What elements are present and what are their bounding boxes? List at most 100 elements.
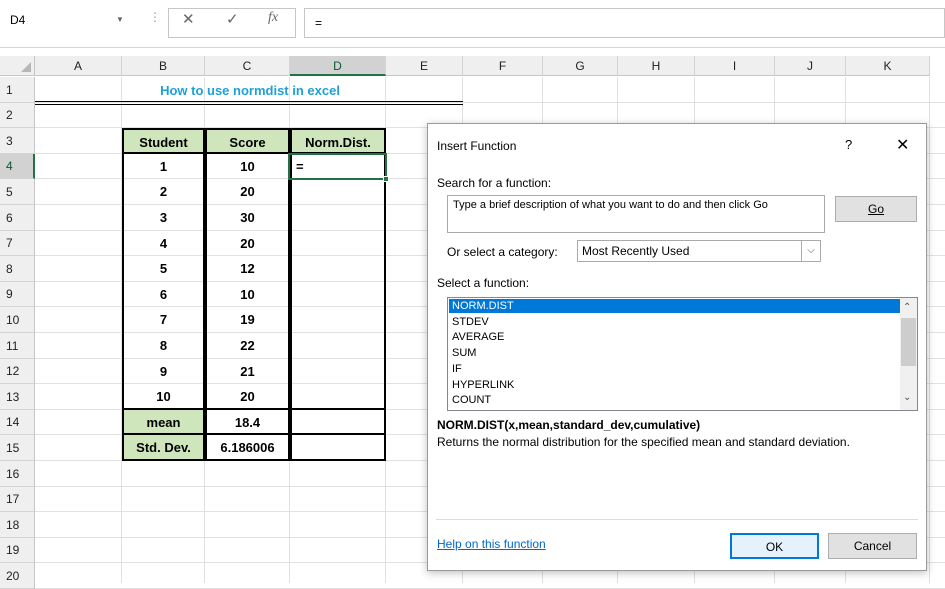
column-header-j[interactable]: J bbox=[775, 56, 846, 76]
scroll-up-icon[interactable]: ⌃ bbox=[903, 302, 911, 313]
column-header-i[interactable]: I bbox=[695, 56, 775, 76]
std-norm-dist-cell[interactable] bbox=[290, 435, 386, 461]
student-cell[interactable]: 6 bbox=[122, 282, 205, 307]
score-cell[interactable]: 20 bbox=[205, 384, 290, 410]
header-student[interactable]: Student bbox=[122, 128, 205, 154]
select-all-corner[interactable] bbox=[0, 56, 35, 76]
row-header-15[interactable]: 15 bbox=[0, 435, 35, 461]
name-box[interactable]: D4 ▼ bbox=[4, 4, 134, 44]
ok-button[interactable]: OK bbox=[730, 533, 819, 559]
score-cell[interactable]: 12 bbox=[205, 256, 290, 282]
mean-norm-dist-cell[interactable] bbox=[290, 410, 386, 435]
row-header-1[interactable]: 1 bbox=[0, 77, 35, 103]
column-header-e[interactable]: E bbox=[386, 56, 463, 76]
function-item[interactable]: NORM.DIST bbox=[452, 300, 514, 312]
row-header-11[interactable]: 11 bbox=[0, 333, 35, 359]
norm-dist-cell[interactable] bbox=[290, 231, 386, 256]
score-cell[interactable]: 30 bbox=[205, 205, 290, 231]
scroll-down-icon[interactable]: ⌄ bbox=[903, 392, 911, 403]
student-cell[interactable]: 4 bbox=[122, 231, 205, 256]
norm-dist-cell[interactable] bbox=[290, 333, 386, 359]
row-header-14[interactable]: 14 bbox=[0, 410, 35, 435]
student-cell[interactable]: 2 bbox=[122, 179, 205, 205]
row-header-8[interactable]: 8 bbox=[0, 256, 35, 282]
help-icon[interactable]: ? bbox=[845, 137, 852, 152]
score-cell[interactable]: 20 bbox=[205, 231, 290, 256]
cancel-button[interactable]: Cancel bbox=[828, 533, 917, 559]
row-header-16[interactable]: 16 bbox=[0, 461, 35, 487]
student-cell[interactable]: 3 bbox=[122, 205, 205, 231]
category-select[interactable]: Most Recently Used ⌵ bbox=[577, 240, 821, 262]
norm-dist-cell[interactable] bbox=[290, 384, 386, 410]
cancel-icon[interactable]: ✕ bbox=[182, 10, 195, 28]
column-header-h[interactable]: H bbox=[618, 56, 695, 76]
function-item[interactable]: IF bbox=[452, 363, 462, 375]
row-header-19[interactable]: 19 bbox=[0, 538, 35, 563]
row-header-17[interactable]: 17 bbox=[0, 487, 35, 512]
column-header-k[interactable]: K bbox=[846, 56, 930, 76]
close-icon[interactable]: ✕ bbox=[896, 135, 909, 155]
norm-dist-cell[interactable] bbox=[290, 307, 386, 333]
function-list[interactable]: NORM.DIST STDEV AVERAGE SUM IF HYPERLINK COUNT… bbox=[447, 297, 918, 411]
function-item[interactable]: AVERAGE bbox=[452, 331, 504, 343]
student-cell[interactable]: 9 bbox=[122, 359, 205, 384]
std-dev-value[interactable]: 6.186006 bbox=[205, 435, 290, 461]
row-header-13[interactable]: 13 bbox=[0, 384, 35, 410]
score-cell[interactable]: 19 bbox=[205, 307, 290, 333]
scrollbar-thumb[interactable] bbox=[901, 318, 916, 366]
column-header-g[interactable]: G bbox=[543, 56, 618, 76]
norm-dist-cell[interactable] bbox=[290, 282, 386, 307]
row-header-12[interactable]: 12 bbox=[0, 359, 35, 384]
row-header-4[interactable]: 4 bbox=[0, 154, 35, 179]
row-header-20[interactable]: 20 bbox=[0, 563, 35, 589]
norm-dist-cell[interactable] bbox=[290, 256, 386, 282]
student-cell[interactable]: 10 bbox=[122, 384, 205, 410]
header-score[interactable]: Score bbox=[205, 128, 290, 154]
name-box-value: D4 bbox=[10, 13, 26, 27]
chevron-down-icon[interactable]: ⌵ bbox=[801, 241, 820, 261]
fill-handle[interactable] bbox=[383, 176, 389, 182]
chevron-down-icon[interactable]: ▼ bbox=[116, 15, 124, 24]
header-norm-dist[interactable]: Norm.Dist. bbox=[290, 128, 386, 154]
std-dev-label[interactable]: Std. Dev. bbox=[122, 435, 205, 461]
function-item[interactable]: STDEV bbox=[452, 316, 489, 328]
column-header-f[interactable]: F bbox=[463, 56, 543, 76]
student-cell[interactable]: 8 bbox=[122, 333, 205, 359]
mean-label[interactable]: mean bbox=[122, 410, 205, 435]
score-cell[interactable]: 22 bbox=[205, 333, 290, 359]
row-header-7[interactable]: 7 bbox=[0, 231, 35, 256]
column-header-d[interactable]: D bbox=[290, 56, 386, 76]
row-header-10[interactable]: 10 bbox=[0, 307, 35, 333]
row-header-2[interactable]: 2 bbox=[0, 103, 35, 128]
help-link[interactable]: Help on this function bbox=[437, 537, 546, 551]
student-cell[interactable]: 7 bbox=[122, 307, 205, 333]
function-item[interactable]: HYPERLINK bbox=[452, 379, 514, 391]
fx-icon[interactable]: fx bbox=[268, 10, 278, 26]
enter-icon[interactable]: ✓ bbox=[226, 10, 239, 28]
formula-input[interactable]: = bbox=[304, 8, 945, 38]
student-cell[interactable]: 5 bbox=[122, 256, 205, 282]
row-header-5[interactable]: 5 bbox=[0, 179, 35, 205]
scrollbar[interactable]: ⌃ ⌄ bbox=[900, 298, 917, 410]
column-header-b[interactable]: B bbox=[122, 56, 205, 76]
column-header-a[interactable]: A bbox=[35, 56, 122, 76]
score-cell[interactable]: 21 bbox=[205, 359, 290, 384]
formula-text: = bbox=[315, 16, 323, 30]
row-header-6[interactable]: 6 bbox=[0, 205, 35, 231]
score-cell[interactable]: 10 bbox=[205, 282, 290, 307]
row-header-9[interactable]: 9 bbox=[0, 282, 35, 307]
mean-value[interactable]: 18.4 bbox=[205, 410, 290, 435]
search-input[interactable]: Type a brief description of what you wan… bbox=[447, 195, 825, 233]
student-cell[interactable]: 1 bbox=[122, 154, 205, 179]
function-item[interactable]: COUNT bbox=[452, 394, 491, 406]
column-header-c[interactable]: C bbox=[205, 56, 290, 76]
row-header-18[interactable]: 18 bbox=[0, 512, 35, 538]
norm-dist-cell[interactable] bbox=[290, 359, 386, 384]
go-button[interactable]: Go bbox=[835, 196, 917, 222]
score-cell[interactable]: 10 bbox=[205, 154, 290, 179]
row-header-3[interactable]: 3 bbox=[0, 128, 35, 154]
score-cell[interactable]: 20 bbox=[205, 179, 290, 205]
function-item[interactable]: SUM bbox=[452, 347, 476, 359]
norm-dist-cell[interactable] bbox=[290, 179, 386, 205]
norm-dist-cell[interactable] bbox=[290, 205, 386, 231]
